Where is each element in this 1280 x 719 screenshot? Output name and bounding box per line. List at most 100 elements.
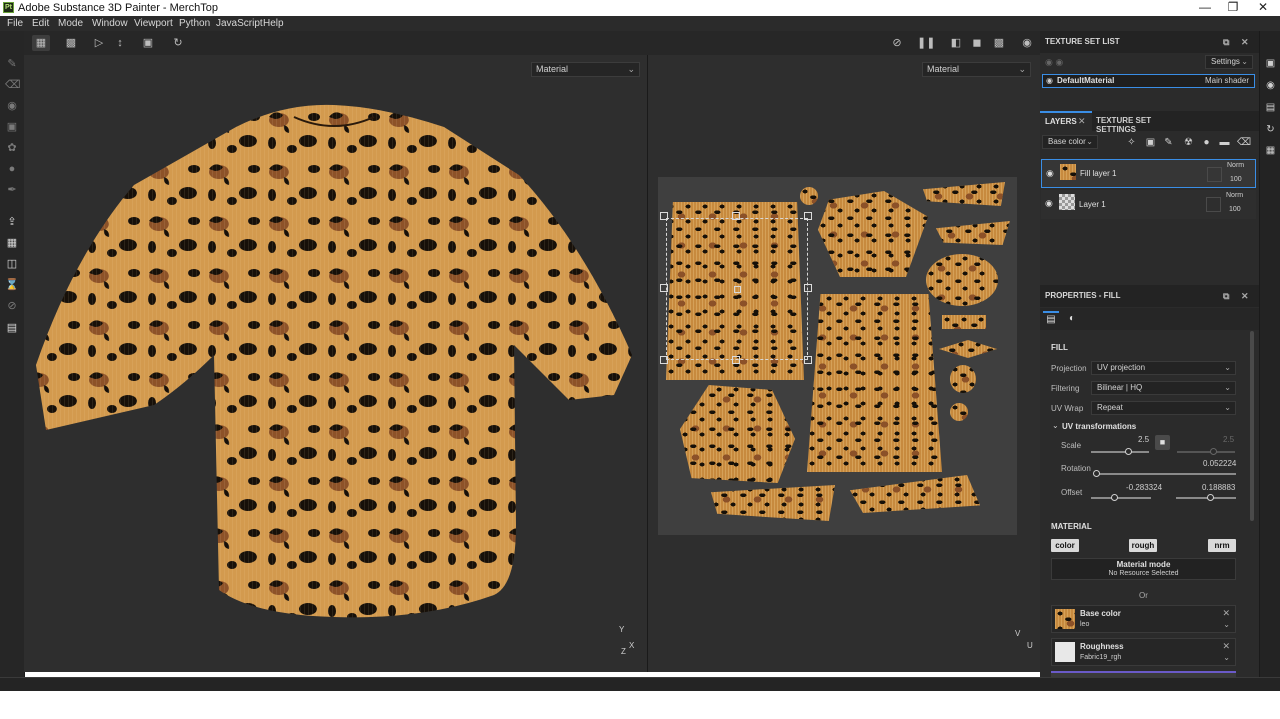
close-tab-icon[interactable]: ✕ — [1078, 116, 1086, 127]
nrm-channel-toggle[interactable]: nrm — [1208, 539, 1236, 552]
material-mode-slot[interactable]: Material mode No Resource Selected — [1051, 558, 1236, 580]
gizmo-handle[interactable] — [804, 284, 812, 292]
layer-opacity[interactable]: 100 — [1229, 206, 1241, 213]
eye-icon[interactable]: ◉ — [1045, 198, 1053, 209]
close-panel-icon[interactable]: ✕ — [1241, 31, 1249, 53]
layer-channel-select[interactable]: Base color ⌄ — [1042, 135, 1098, 149]
eraser-icon[interactable]: ⌫ — [5, 78, 21, 92]
undock-icon[interactable]: ⧉ — [1223, 31, 1229, 53]
gizmo-handle[interactable] — [732, 356, 740, 364]
screenshot-icon[interactable]: ◉ — [1018, 35, 1036, 51]
menu-file[interactable]: File — [7, 18, 23, 29]
projection-dropdown[interactable]: UV projection ⌄ — [1091, 361, 1236, 375]
offset-y-slider-track[interactable] — [1176, 497, 1236, 499]
delete-layer-icon[interactable]: ⌫ — [1237, 136, 1251, 149]
frame-icon[interactable]: ▣ — [139, 35, 157, 51]
visibility-off-icon[interactable]: ⊘ — [888, 35, 906, 51]
base-color-slot[interactable]: Base color leo ✕ ⌄ — [1051, 605, 1236, 633]
grid-options-icon[interactable]: ▩ — [62, 35, 80, 51]
fill-properties-icon[interactable]: ▤ — [1043, 311, 1059, 327]
scale-slider-knob[interactable] — [1125, 448, 1132, 455]
smudge-icon[interactable]: ✿ — [5, 141, 19, 155]
polygon-fill-icon[interactable]: ▣ — [5, 120, 19, 134]
lock-icon[interactable]: ■ — [1155, 435, 1170, 450]
rough-channel-toggle[interactable]: rough — [1129, 539, 1157, 552]
history-panel-icon[interactable]: ↻ — [1264, 123, 1277, 136]
texture-set-item[interactable]: ◉ DefaultMaterial Main shader — [1042, 74, 1255, 88]
gizmo-handle[interactable] — [660, 284, 668, 292]
add-effect-icon[interactable]: ✧ — [1125, 136, 1138, 149]
add-mask-icon[interactable]: ▣ — [1144, 136, 1157, 149]
shelf-panel-icon[interactable]: ▤ — [1264, 101, 1277, 114]
viewport-2d-channel-select[interactable]: Material ⌄ — [922, 62, 1031, 77]
chevron-down-icon[interactable]: ⌄ — [1223, 653, 1230, 662]
remove-resource-icon[interactable]: ✕ — [1222, 608, 1230, 619]
log-panel-icon[interactable]: ▦ — [1264, 144, 1277, 157]
color-picker-icon[interactable]: ✒ — [5, 183, 19, 197]
uv-transformations-title[interactable]: UV transformations — [1062, 422, 1136, 431]
filtering-dropdown[interactable]: Bilinear | HQ ⌄ — [1091, 381, 1236, 395]
uvwrap-dropdown[interactable]: Repeat ⌄ — [1091, 401, 1236, 415]
gizmo-handle[interactable] — [660, 356, 668, 364]
chevron-down-icon[interactable]: ⌄ — [1223, 620, 1230, 629]
layer-blend-mode[interactable]: Norm — [1227, 162, 1244, 169]
gizmo-handle[interactable] — [660, 212, 668, 220]
paint-brush-icon[interactable]: ✎ — [5, 57, 19, 71]
menu-javascript[interactable]: JavaScript — [216, 18, 263, 29]
gizmo-handle[interactable] — [804, 212, 812, 220]
tab-texture-set-settings[interactable]: TEXTURE SET SETTINGS — [1092, 111, 1192, 134]
uv-layout-canvas[interactable] — [658, 177, 1017, 535]
texture-set-settings-dropdown[interactable]: Settings ⌄ — [1205, 55, 1253, 69]
rotation-slider-knob[interactable] — [1093, 470, 1100, 477]
offset-y-slider-knob[interactable] — [1207, 494, 1214, 501]
disabled-tool-icon[interactable]: ⊘ — [5, 299, 19, 313]
viewer-settings-icon[interactable]: ▣ — [1264, 57, 1277, 70]
scale-slider-track[interactable] — [1091, 451, 1149, 453]
add-folder-icon[interactable]: ▬ — [1218, 136, 1231, 149]
visibility-eye-icon[interactable]: ◉ ◉ — [1045, 57, 1063, 68]
grid-view-icon[interactable]: ▦ — [32, 35, 50, 51]
history-icon[interactable]: ↻ — [169, 35, 187, 51]
chevron-down-icon[interactable]: ⌄ — [1052, 421, 1059, 430]
gizmo-handle[interactable] — [804, 356, 812, 364]
viewport-3d[interactable]: Material ⌄ Y X Z — [24, 55, 647, 672]
clone-stamp-icon[interactable]: ● — [5, 162, 19, 176]
layer-row[interactable]: ◉ Layer 1 Norm 100 — [1041, 190, 1256, 219]
layer-mask-slot[interactable] — [1207, 167, 1222, 182]
roughness-slot[interactable]: Roughness Fabric19_rgh ✕ ⌄ — [1051, 638, 1236, 666]
close-panel-icon[interactable]: ✕ — [1241, 285, 1249, 307]
display-settings-icon[interactable]: ◉ — [1264, 79, 1277, 92]
shelf-icon[interactable]: ◫ — [5, 257, 19, 271]
document-icon[interactable]: ▤ — [5, 321, 19, 335]
menu-python[interactable]: Python — [179, 18, 210, 29]
offset-x-slider-track[interactable] — [1091, 497, 1151, 499]
color-channel-toggle[interactable]: color — [1051, 539, 1079, 552]
menu-mode[interactable]: Mode — [58, 18, 83, 29]
bake-icon[interactable]: ▦ — [5, 236, 19, 250]
layer-opacity[interactable]: 100 — [1230, 176, 1242, 183]
menu-viewport[interactable]: Viewport — [134, 18, 173, 29]
layer-blend-mode[interactable]: Norm — [1226, 192, 1243, 199]
symmetry-icon[interactable]: ▷ — [90, 35, 108, 51]
undock-icon[interactable]: ⧉ — [1223, 285, 1229, 307]
tab-layers[interactable]: LAYERS ✕ — [1040, 111, 1092, 131]
eye-icon[interactable]: ◉ — [1046, 76, 1053, 85]
gizmo-handle[interactable] — [732, 212, 740, 220]
offset-x-slider-knob[interactable] — [1111, 494, 1118, 501]
close-window-icon[interactable]: ✕ — [1246, 0, 1280, 16]
menu-help[interactable]: Help — [263, 18, 284, 29]
eye-icon[interactable]: ◉ — [1046, 168, 1054, 179]
menu-window[interactable]: Window — [92, 18, 128, 29]
align-icon[interactable]: ↕ — [111, 35, 129, 51]
restore-icon[interactable]: ❐ — [1216, 0, 1250, 16]
material-sphere-icon[interactable]: ◐ — [1064, 311, 1080, 327]
layer-mask-slot[interactable] — [1206, 197, 1221, 212]
add-paint-layer-icon[interactable]: ✎ — [1162, 136, 1175, 149]
properties-scrollbar[interactable] — [1250, 331, 1254, 521]
add-smart-material-icon[interactable]: ● — [1200, 136, 1213, 149]
remove-resource-icon[interactable]: ✕ — [1222, 641, 1230, 652]
projection-icon[interactable]: ◉ — [5, 99, 19, 113]
cube-view-icon[interactable]: ◼ — [968, 35, 986, 51]
pause-icon[interactable]: ❚❚ — [917, 35, 935, 51]
add-fill-layer-icon[interactable]: ☢ — [1182, 136, 1195, 149]
